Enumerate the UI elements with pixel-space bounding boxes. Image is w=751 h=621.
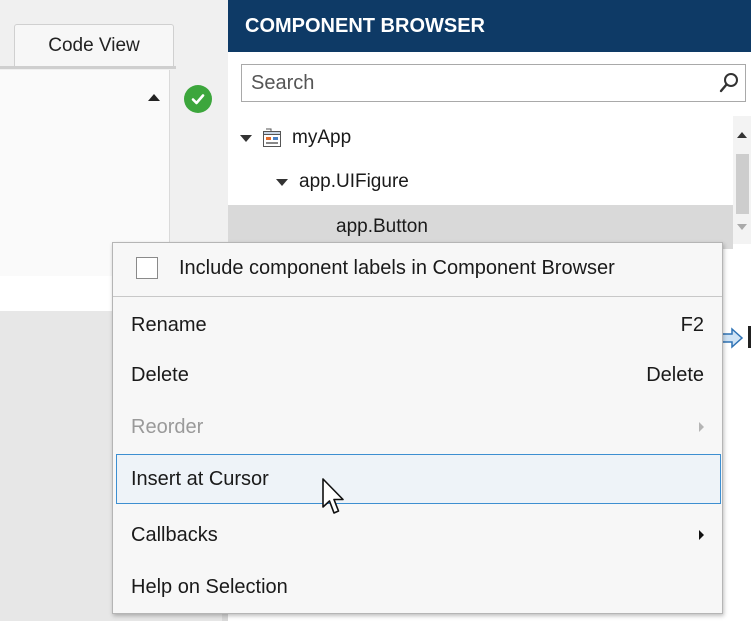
menu-item-label: Rename [131, 313, 207, 336]
menu-item-label: Help on Selection [131, 575, 288, 598]
menu-item-shortcut: F2 [680, 313, 704, 336]
search-input[interactable] [242, 65, 712, 101]
search-icon[interactable] [718, 71, 740, 95]
check-circle-icon [184, 85, 212, 113]
scroll-up-icon[interactable] [148, 94, 160, 101]
mouse-cursor-icon [322, 478, 344, 514]
submenu-arrow-icon [699, 422, 704, 432]
menu-separator [113, 296, 722, 297]
menu-item-callbacks[interactable]: Callbacks [113, 509, 722, 561]
context-menu: Include component labels in Component Br… [112, 242, 723, 614]
include-labels-label: Include component labels in Component Br… [179, 256, 615, 279]
scroll-up-icon[interactable] [737, 132, 747, 138]
menu-item-label: Reorder [131, 415, 204, 438]
tree-item-label: app.UIFigure [299, 171, 409, 192]
component-browser-title: COMPONENT BROWSER [228, 0, 751, 52]
menu-item-label: Delete [131, 363, 189, 386]
scroll-thumb[interactable] [736, 154, 749, 214]
menu-item-reorder: Reorder [113, 401, 722, 453]
tree-item-myapp[interactable]: myApp [228, 116, 733, 160]
menu-item-shortcut: Delete [646, 363, 704, 386]
app-icon [263, 128, 281, 147]
menu-item-label: Callbacks [131, 523, 218, 546]
tree-item-uifigure[interactable]: app.UIFigure [228, 160, 733, 204]
expand-arrow-icon[interactable] [276, 178, 288, 186]
tree-item-label: myApp [292, 127, 352, 148]
submenu-arrow-icon [699, 530, 704, 540]
menu-item-help-on-selection[interactable]: Help on Selection [113, 561, 722, 613]
tree-scrollbar[interactable] [733, 116, 751, 244]
search-box[interactable] [241, 64, 746, 102]
tree-item-label: app.Button [336, 216, 428, 237]
scroll-down-icon[interactable] [737, 224, 747, 230]
menu-item-delete[interactable]: Delete Delete [113, 349, 722, 401]
component-tree: myApp app.UIFigure app.Button [228, 116, 733, 249]
expand-arrow-icon[interactable] [240, 134, 252, 142]
menu-item-rename[interactable]: Rename F2 [113, 299, 722, 351]
include-labels-checkbox[interactable] [136, 257, 158, 279]
tab-underline [0, 66, 176, 69]
menu-item-insert-at-cursor[interactable]: Insert at Cursor [116, 454, 721, 504]
code-view-tab[interactable]: Code View [14, 24, 174, 66]
menu-item-label: Insert at Cursor [131, 467, 269, 490]
view-tab-strip: Code View [0, 0, 228, 70]
include-labels-option[interactable]: Include component labels in Component Br… [113, 243, 722, 293]
